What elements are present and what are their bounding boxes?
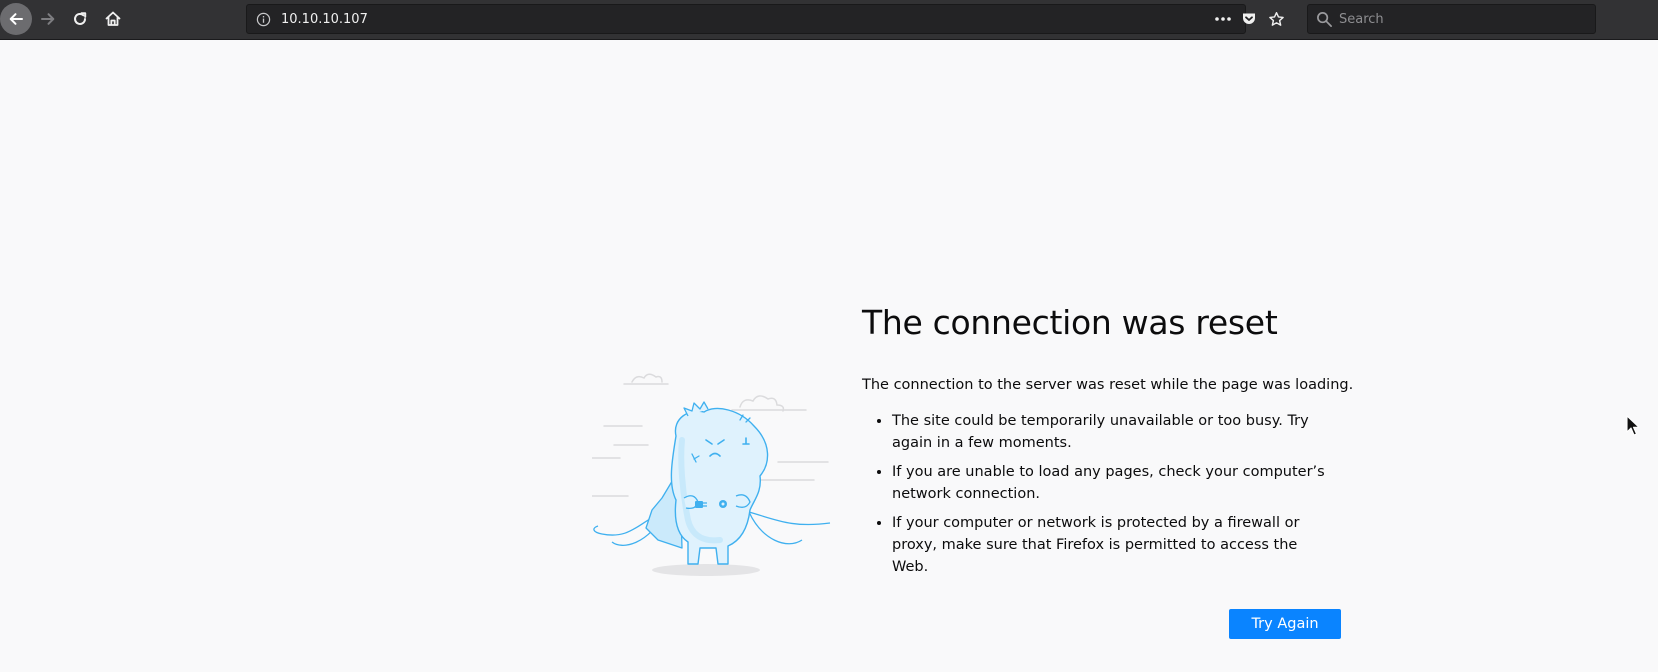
error-reasons-list: The site could be temporarily unavailabl… [862,410,1332,585]
browser-toolbar: 10.10.10.107 Search [0,0,1658,40]
mouse-cursor-icon [1626,415,1640,436]
search-input[interactable]: Search [1339,12,1384,27]
pocket-icon[interactable] [1241,11,1257,27]
error-title: The connection was reset [862,303,1278,342]
search-bar[interactable]: Search [1307,4,1596,34]
list-item: If your computer or network is protected… [892,512,1332,578]
list-item: The site could be temporarily unavailabl… [892,410,1332,454]
home-button[interactable] [98,4,128,34]
back-button[interactable] [0,3,32,35]
forward-button[interactable] [33,4,63,34]
url-text[interactable]: 10.10.10.107 [281,12,368,27]
reload-icon [74,12,87,25]
forward-arrow-icon [41,13,55,25]
url-bar[interactable]: 10.10.10.107 [246,4,1284,34]
star-icon[interactable] [1268,11,1285,28]
search-icon [1317,12,1332,27]
try-again-button[interactable]: Try Again [1229,609,1341,639]
unplugged-cable-illustration [592,373,831,576]
back-arrow-icon [9,13,23,25]
error-description: The connection to the server was reset w… [862,377,1354,393]
reload-button[interactable] [65,4,95,34]
list-item: If you are unable to load any pages, che… [892,461,1332,505]
more-actions-icon[interactable] [1215,17,1231,21]
info-icon[interactable] [256,12,271,27]
home-icon [105,11,121,26]
